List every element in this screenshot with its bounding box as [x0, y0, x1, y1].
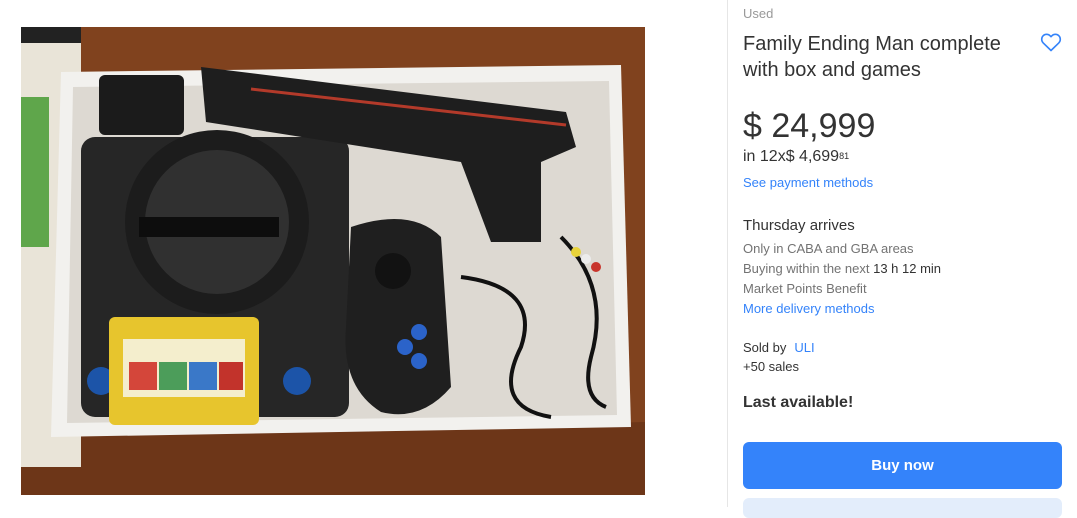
seller-sales: +50 sales	[743, 359, 800, 374]
installments: in 12x$ 4,69981	[743, 147, 849, 167]
arrival-date: Thursday arrives	[743, 217, 855, 234]
see-payment-methods-link[interactable]: See payment methods	[743, 175, 873, 190]
buy-within-label: Buying within the next	[743, 261, 870, 276]
buy-within-time: 13 h 12 min	[873, 261, 942, 276]
stock-status: Last available!	[743, 394, 854, 411]
heart-outline-icon[interactable]	[1039, 30, 1063, 54]
seller-name-link[interactable]: ULI	[794, 340, 814, 355]
product-photo[interactable]	[21, 27, 645, 495]
seller-info: Sold by ULI	[743, 340, 815, 355]
installments-cents: 81	[839, 151, 850, 161]
installments-amount: in 12x$ 4,699	[743, 148, 840, 165]
benefit-note: Market Points Benefit	[743, 281, 867, 296]
product-image	[21, 27, 645, 495]
add-to-cart-button[interactable]	[743, 498, 1062, 518]
column-divider	[727, 0, 728, 507]
more-delivery-methods-link[interactable]: More delivery methods	[743, 301, 875, 316]
sold-by-label: Sold by	[743, 340, 787, 355]
product-title: Family Ending Man complete with box and …	[743, 33, 1001, 81]
buy-now-button[interactable]: Buy now	[743, 442, 1062, 489]
price: $ 24,999	[743, 107, 876, 145]
buy-within: Buying within the next 13 h 12 min	[743, 261, 941, 276]
condition-label: Used	[743, 6, 774, 21]
product-info-panel: Used Family Ending Man complete with box…	[743, 0, 1063, 518]
area-note: Only in CABA and GBA areas	[743, 241, 914, 256]
